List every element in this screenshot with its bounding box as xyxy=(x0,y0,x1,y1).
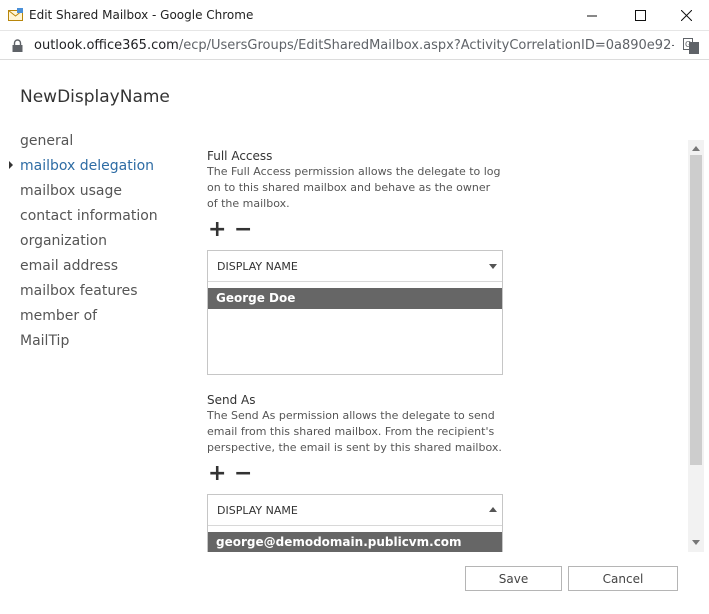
maximize-icon xyxy=(634,10,646,21)
close-icon xyxy=(680,10,692,21)
full-access-row-selected[interactable]: George Doe xyxy=(208,288,502,309)
svg-text:G: G xyxy=(685,40,691,49)
url-text[interactable]: outlook.office365.com/ecp/UsersGroups/Ed… xyxy=(34,38,674,53)
save-button[interactable]: Save xyxy=(465,566,562,591)
cancel-button[interactable]: Cancel xyxy=(568,566,678,591)
minimize-button[interactable] xyxy=(569,0,615,31)
nav-item-mailbox-usage[interactable]: mailbox usage xyxy=(20,183,122,199)
send-as-list-header[interactable]: DISPLAY NAME xyxy=(208,495,502,526)
nav-item-email-address[interactable]: email address xyxy=(20,258,118,274)
full-access-add-icon[interactable]: + xyxy=(208,219,226,241)
full-access-list-header[interactable]: DISPLAY NAME xyxy=(208,251,502,282)
maximize-button[interactable] xyxy=(617,0,663,31)
full-access-title: Full Access xyxy=(207,149,273,163)
nav-item-general[interactable]: general xyxy=(20,133,73,149)
full-access-list: DISPLAY NAME George Doe xyxy=(207,250,503,375)
send-as-title: Send As xyxy=(207,393,256,407)
nav-item-organization[interactable]: organization xyxy=(20,233,107,249)
close-button[interactable] xyxy=(663,0,709,31)
nav-item-member-of[interactable]: member of xyxy=(20,308,97,324)
sort-descending-icon[interactable] xyxy=(489,264,497,269)
page-title: NewDisplayName xyxy=(20,87,170,107)
translate-icon[interactable]: G xyxy=(683,38,699,54)
scroll-down-arrow-icon[interactable] xyxy=(692,540,700,545)
lock-icon xyxy=(12,39,23,52)
minimize-icon xyxy=(586,15,597,17)
nav-item-mailbox-delegation[interactable]: mailbox delegation xyxy=(20,158,154,174)
send-as-description: The Send As permission allows the delega… xyxy=(207,409,502,454)
nav-item-mailtip[interactable]: MailTip xyxy=(20,333,69,349)
scroll-up-arrow-icon[interactable] xyxy=(692,146,700,151)
url-path: /ecp/UsersGroups/EditSharedMailbox.aspx?… xyxy=(178,38,674,53)
scrollbar-thumb[interactable] xyxy=(690,155,702,465)
window-title-bar: Edit Shared Mailbox - Google Chrome xyxy=(0,0,709,31)
delegation-content: Full Access The Full Access permission a… xyxy=(207,140,687,552)
active-nav-caret-icon xyxy=(9,161,13,169)
window-title: Edit Shared Mailbox - Google Chrome xyxy=(29,8,254,22)
sort-ascending-icon[interactable] xyxy=(489,507,497,512)
nav-item-contact-information[interactable]: contact information xyxy=(20,208,158,224)
send-as-row-selected[interactable]: george@demodomain.publicvm.com xyxy=(208,532,502,552)
send-as-add-icon[interactable]: + xyxy=(208,463,226,485)
send-as-remove-icon[interactable]: − xyxy=(234,463,252,485)
address-bar[interactable]: outlook.office365.com/ecp/UsersGroups/Ed… xyxy=(0,32,709,60)
full-access-remove-icon[interactable]: − xyxy=(234,219,252,241)
mail-envelope-icon xyxy=(8,8,23,21)
full-access-description: The Full Access permission allows the de… xyxy=(207,165,501,210)
url-host: outlook.office365.com xyxy=(34,38,179,53)
display-name-column-header[interactable]: DISPLAY NAME xyxy=(217,260,298,273)
nav-item-mailbox-features[interactable]: mailbox features xyxy=(20,283,138,299)
send-as-list: DISPLAY NAME george@demodomain.publicvm.… xyxy=(207,494,503,552)
vertical-scrollbar[interactable] xyxy=(688,140,704,552)
display-name-column-header[interactable]: DISPLAY NAME xyxy=(217,504,298,517)
